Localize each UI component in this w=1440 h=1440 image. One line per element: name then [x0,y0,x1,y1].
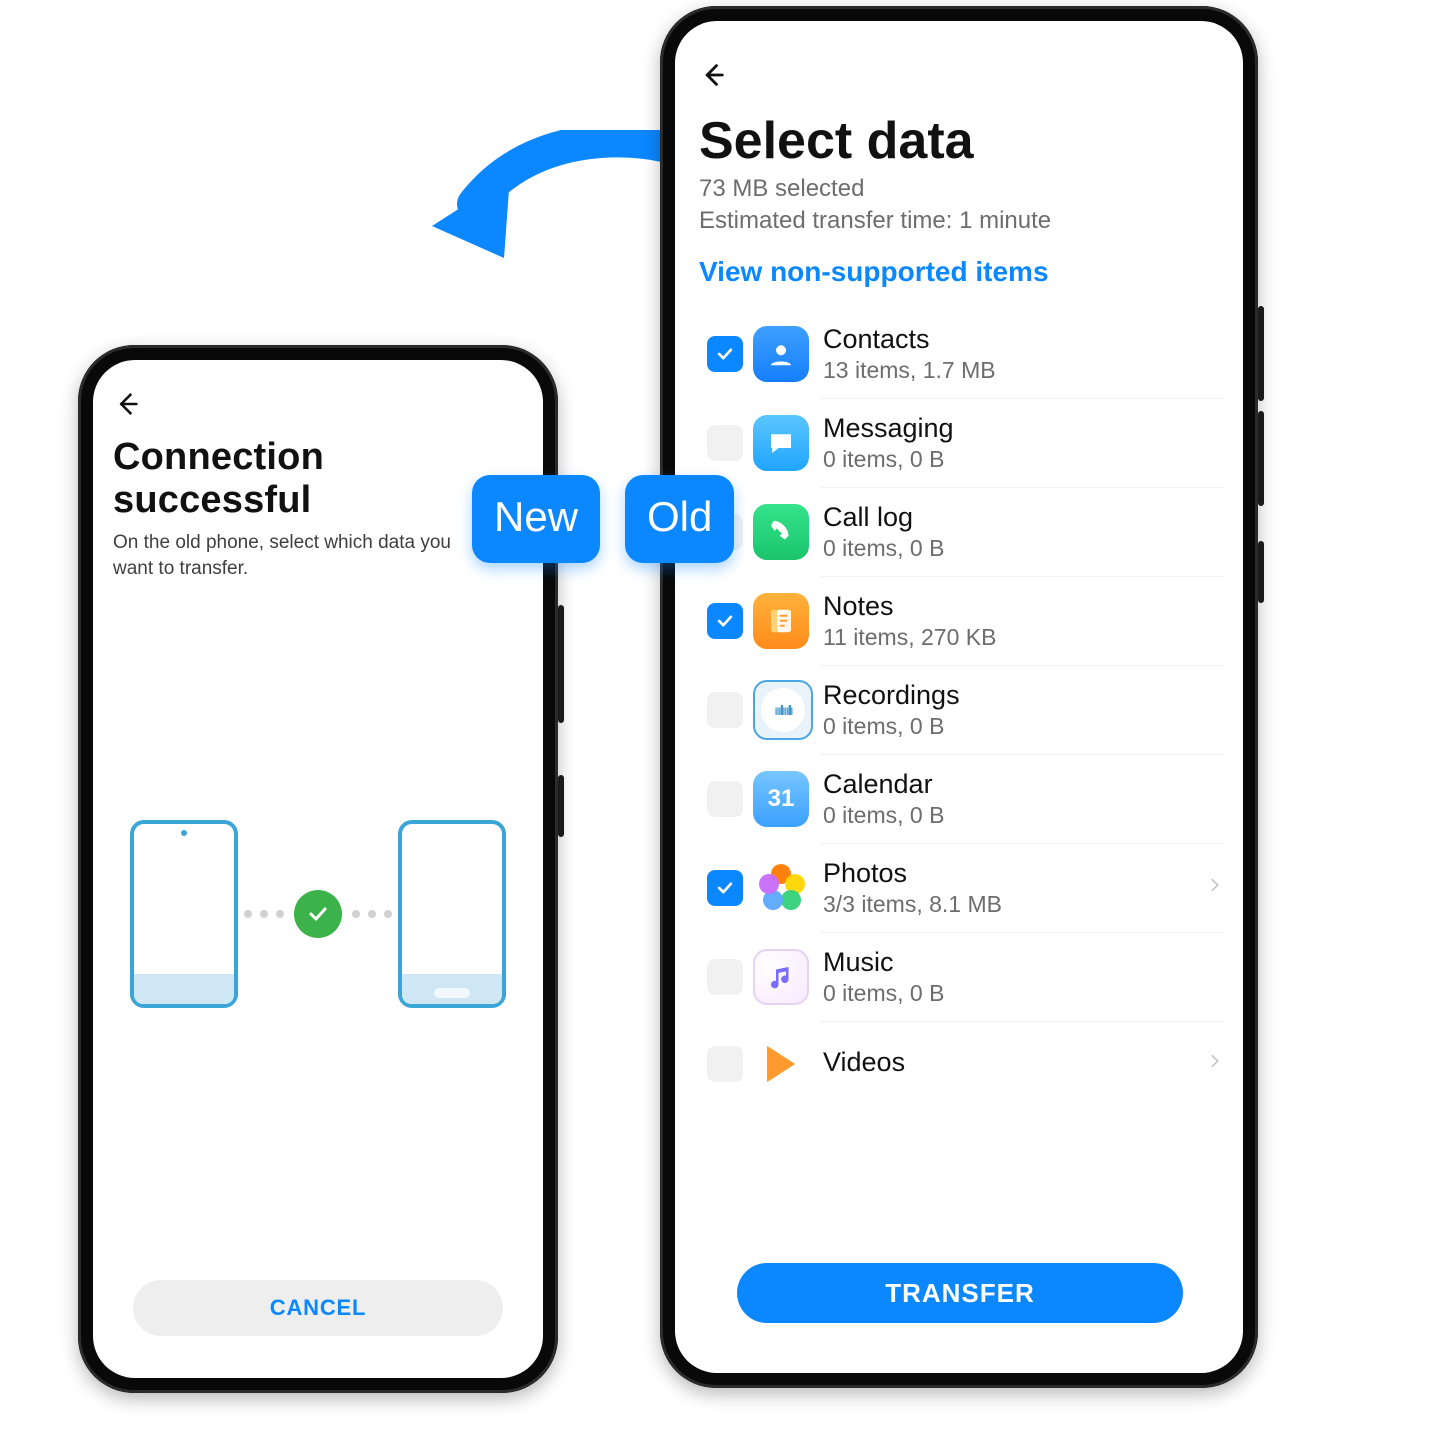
page-subtitle: On the old phone, select which data you … [113,530,493,581]
item-subtitle: 0 items, 0 B [823,535,1193,562]
mini-phone-left [130,820,238,1008]
item-subtitle: 0 items, 0 B [823,446,1193,473]
item-subtitle: 0 items, 0 B [823,802,1193,829]
list-item[interactable]: Videos [695,1022,1225,1106]
checkbox[interactable] [707,603,743,639]
checkbox[interactable] [707,425,743,461]
checkbox[interactable] [707,336,743,372]
arrow-left-icon [699,61,727,89]
dots-left [244,910,284,918]
photos-icon [753,860,809,916]
item-subtitle: 0 items, 0 B [823,713,1193,740]
item-title: Contacts [823,324,1193,355]
chevron-right-icon [1207,1053,1223,1074]
checkbox[interactable] [707,870,743,906]
view-non-supported-link[interactable]: View non-supported items [699,256,1221,288]
back-button[interactable] [693,55,733,95]
list-item[interactable]: Call log0 items, 0 B [695,488,1225,576]
item-title: Videos [823,1047,1193,1078]
success-check-icon [294,890,342,938]
selected-size: 73 MB selected [699,173,1221,205]
item-title: Messaging [823,413,1193,444]
item-subtitle: 0 items, 0 B [823,980,1193,1007]
connection-illustration [113,804,523,1024]
item-subtitle: 11 items, 270 KB [823,624,1193,651]
item-title: Music [823,947,1193,978]
transfer-button[interactable]: TRANSFER [737,1263,1183,1323]
back-button[interactable] [107,384,147,424]
item-title: Call log [823,502,1193,533]
item-subtitle: 3/3 items, 8.1 MB [823,891,1193,918]
checkbox[interactable] [707,1046,743,1082]
music-icon [753,949,809,1005]
list-item[interactable]: Notes11 items, 270 KB [695,577,1225,665]
checkbox[interactable] [707,959,743,995]
chevron-right-icon [1207,877,1223,898]
videos-icon [753,1036,809,1092]
data-item-list[interactable]: Contacts13 items, 1.7 MBMessaging0 items… [695,310,1225,1247]
recordings-icon: ıııllıııllı [753,680,813,740]
page-title: Connection successful [113,436,523,522]
calllog-icon [753,504,809,560]
item-title: Recordings [823,680,1193,711]
estimated-time: Estimated transfer time: 1 minute [699,205,1221,237]
checkbox[interactable] [707,781,743,817]
phone-old-frame: Select data 73 MB selected Estimated tra… [660,6,1258,1388]
calendar-icon: 31 [753,771,809,827]
list-item[interactable]: Photos3/3 items, 8.1 MB [695,844,1225,932]
badge-old: Old [625,475,734,563]
page-title: Select data [699,111,1221,171]
messaging-icon [753,415,809,471]
cancel-button[interactable]: CANCEL [133,1280,503,1336]
badge-new: New [472,475,600,563]
list-item[interactable]: Music0 items, 0 B [695,933,1225,1021]
list-item[interactable]: 31 Calendar0 items, 0 B [695,755,1225,843]
item-title: Photos [823,858,1193,889]
list-item[interactable]: Contacts13 items, 1.7 MB [695,310,1225,398]
dots-right [352,910,392,918]
arrow-left-icon [113,390,141,418]
item-title: Notes [823,591,1193,622]
mini-phone-right [398,820,506,1008]
contacts-icon [753,326,809,382]
item-title: Calendar [823,769,1193,800]
checkbox[interactable] [707,692,743,728]
list-item[interactable]: Messaging0 items, 0 B [695,399,1225,487]
item-subtitle: 13 items, 1.7 MB [823,357,1193,384]
notes-icon [753,593,809,649]
list-item[interactable]: ıııllıııllı Recordings0 items, 0 B [695,666,1225,754]
